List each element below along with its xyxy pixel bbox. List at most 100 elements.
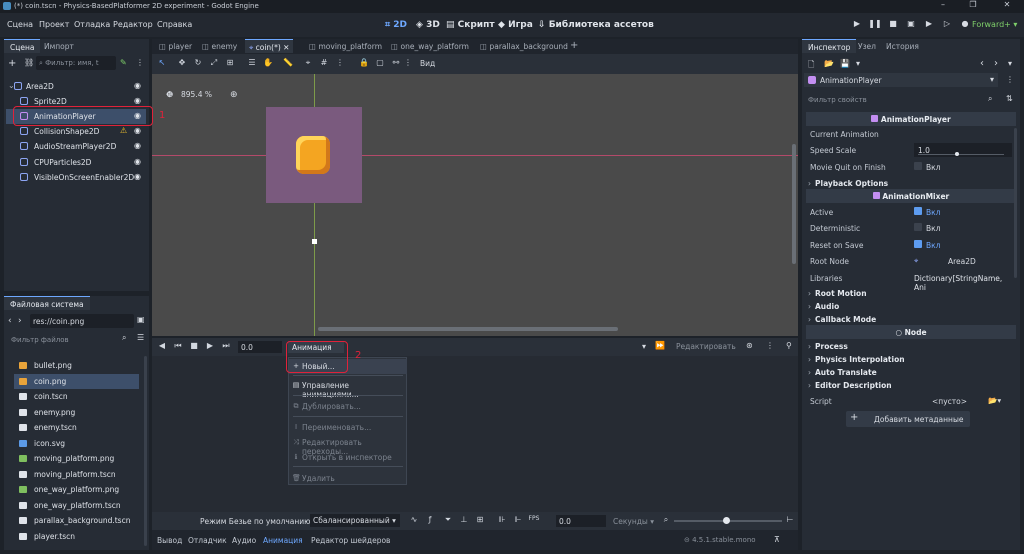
close-button[interactable]: ✕ [992,0,1022,13]
h-scrollbar[interactable] [318,327,618,331]
file-item[interactable]: icon.svg [14,436,139,451]
play-backwards-icon[interactable]: ◀ [156,341,168,353]
anim-time-field[interactable]: 0.0 [238,341,282,353]
new-resource-icon[interactable]: 🗋 [808,59,814,73]
section-process[interactable]: › Process [806,339,1016,353]
add-metadata-button[interactable]: + Добавить метаданные [846,411,970,427]
file-item[interactable]: moving_platform.png [14,451,139,466]
link-icon[interactable]: ⛓ [24,58,34,67]
tab-filesystem[interactable]: Файловая система [4,296,90,310]
visibility-eye-icon[interactable]: ◉ [134,96,141,105]
tree-icon[interactable]: ⊥ [458,515,470,527]
skeleton-icon[interactable]: ⚯ [390,58,402,70]
file-item[interactable]: parallax_background.tscn [14,513,139,528]
section-physics-interpolation[interactable]: › Physics Interpolation [806,352,1016,366]
rotate-tool-icon[interactable]: ↻ [192,58,204,70]
play-scene-icon[interactable]: ▶ [922,19,936,31]
scene-filter-input[interactable]: ⌕ Фильтр: имя, t [36,56,116,70]
remote-debug-icon[interactable]: ▣ [904,19,918,31]
scene-node-cpuparticles2d[interactable]: CPUParticles2D ◉ [6,155,146,170]
visibility-eye-icon[interactable]: ◉ [134,81,141,90]
play-icon[interactable]: ▶ [850,19,864,31]
maximize-button[interactable]: ❐ [958,0,988,13]
pan-icon[interactable]: ✥ [166,90,173,99]
split-view-icon[interactable]: ▣ [137,315,145,324]
tab-history[interactable]: История [880,39,925,53]
active-checkbox[interactable] [914,207,922,215]
smart-snap-icon[interactable]: ⌖ [302,58,314,70]
move-tool-icon[interactable]: ✥ [176,58,188,70]
editor-tab[interactable]: ◫ player [155,39,196,53]
mode-game-button[interactable]: ◆ Игра [498,20,533,30]
chevron-down-icon[interactable]: ▾ [642,342,646,351]
file-item[interactable]: moving_platform.tscn [14,467,139,482]
snap-keys-icon[interactable]: ⊩ [512,515,524,527]
snap-options-icon[interactable]: ⋮ [334,58,346,70]
autoplay-icon[interactable]: ⏩ [655,341,665,350]
property-filter-input[interactable]: Фильтр свойств [804,93,994,107]
speed-scale-field[interactable]: 1.0 [914,143,1012,157]
scale-tool-icon[interactable]: ⤢ [208,58,220,70]
history-back-icon[interactable]: ‹ [980,58,984,69]
section-callback-mode[interactable]: › Callback Mode [806,312,1016,326]
tab-animation[interactable]: Анимация [263,536,303,545]
history-forward-icon[interactable]: › [994,58,998,69]
filter-icon[interactable]: ⏷ [442,515,454,527]
menu-help[interactable]: Справка [157,20,192,29]
canvas-viewport[interactable]: ⊖ 895.4 % ⊕ [152,74,798,336]
zoom-level[interactable]: 895.4 % [181,90,212,99]
warning-icon[interactable]: ⚠ [120,126,127,135]
play-backwards-start-icon[interactable]: ⏮ [172,341,184,353]
movie-maker-icon[interactable]: ● [958,19,972,31]
renderer-select[interactable]: Forward+ ▾ [972,20,1017,29]
file-item[interactable]: player.tscn [14,529,139,544]
filesystem-scrollbar[interactable] [144,356,147,546]
play-anim-icon[interactable]: ▶ [204,341,216,353]
prop-root-node[interactable]: Root Node ⌖ Area2D [806,253,1016,269]
ruler-icon[interactable]: 📏 [282,58,294,70]
snap-field[interactable]: 0.0 [556,515,606,527]
skeleton-options-icon[interactable]: ⋮ [402,58,414,70]
file-item[interactable]: coin.tscn [14,389,139,404]
lock-icon[interactable]: 🔒 [358,58,370,70]
menu-project[interactable]: Проект [39,20,69,29]
mode-assetlib-button[interactable]: ⇩ Библиотека ассетов [538,20,654,30]
add-node-icon[interactable]: + [8,58,16,69]
menu-debug[interactable]: Отладка [74,20,110,29]
sort-icon[interactable]: ☰ [137,333,144,342]
section-editor-description[interactable]: › Editor Description [806,378,1016,392]
bottom-pin-icon[interactable]: ⊼ [774,535,780,544]
prop-libraries[interactable]: Libraries Dictionary[StringName, Ani [806,270,1016,292]
group-icon[interactable]: ▢ [374,58,386,70]
script-attach-icon[interactable]: ✎ [120,58,127,67]
stop-icon[interactable]: ■ [886,19,900,31]
fit-icon[interactable]: ⊢ [784,515,796,527]
back-icon[interactable]: ‹ [8,316,12,326]
stop-anim-icon[interactable]: ■ [188,341,200,353]
path-field[interactable]: res://coin.png [30,314,134,328]
origin-handle[interactable] [312,239,317,244]
filter-options-icon[interactable]: ⌕ [122,333,126,343]
resource-options-icon[interactable]: ▾ [856,59,860,68]
file-item[interactable]: enemy.tscn [14,420,139,435]
tab-import[interactable]: Импорт [38,39,80,53]
script-load-icon[interactable]: 📂▾ [988,396,1001,405]
scene-node-collisionshape2d[interactable]: CollisionShape2D ⚠ ◉ [6,124,146,139]
section-playback-options[interactable]: › Playback Options [806,176,1016,190]
open-resource-icon[interactable]: 📂 [824,59,834,68]
play-start-icon[interactable]: ⏭ [220,341,232,353]
mode-2d-button[interactable]: ⌗ 2D [385,20,407,30]
deterministic-checkbox[interactable] [914,223,922,231]
select-tool-icon[interactable]: ↖ [156,58,168,70]
mode-script-button[interactable]: ▤ Скрипт [446,20,495,30]
movie-quit-checkbox[interactable] [914,162,922,170]
save-resource-icon[interactable]: 💾 [840,59,850,68]
snap-icon[interactable]: ⊪ [496,515,508,527]
ruler-tool-icon[interactable]: ⊞ [224,58,236,70]
visibility-eye-icon[interactable]: ◉ [134,141,141,150]
tab-shader-editor[interactable]: Редактор шейдеров [311,536,390,545]
pan-tool-icon[interactable]: ✋ [262,58,274,70]
zoom-in-button[interactable]: ⊕ [230,90,238,100]
more-icon[interactable]: ⋮ [136,58,144,67]
view-menu[interactable]: Вид [420,59,435,68]
